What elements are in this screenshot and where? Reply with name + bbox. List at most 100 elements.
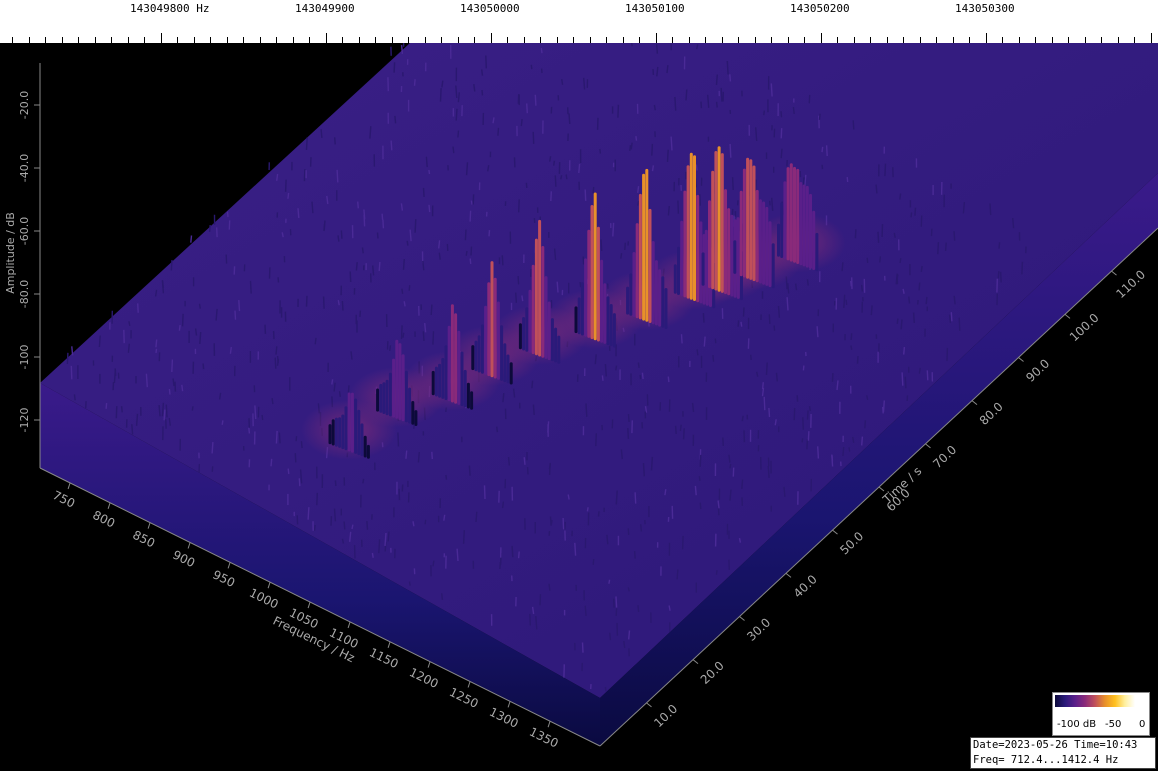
- noise-spike: [549, 156, 552, 162]
- noise-spike: [653, 104, 656, 111]
- noise-spike: [417, 452, 420, 463]
- noise-spike: [695, 164, 698, 171]
- noise-spike: [920, 265, 923, 272]
- noise-spike: [422, 331, 425, 341]
- noise-spike: [347, 385, 350, 393]
- noise-spike: [741, 479, 744, 489]
- noise-spike: [535, 616, 538, 630]
- noise-spike: [469, 210, 472, 222]
- noise-spike: [699, 502, 702, 510]
- y-tick-label: 70.0: [930, 443, 959, 471]
- noise-spike: [729, 74, 732, 82]
- y-tick-mark: [1018, 357, 1024, 362]
- y-tick-label: 10.0: [651, 702, 680, 730]
- noise-spike: [670, 136, 673, 151]
- noise-spike: [431, 451, 433, 460]
- noise-spike: [432, 331, 435, 345]
- noise-spike: [600, 239, 603, 252]
- noise-spike: [674, 96, 677, 111]
- noise-spike: [841, 262, 844, 272]
- noise-spike: [221, 420, 224, 425]
- noise-spike: [893, 232, 896, 238]
- noise-spike: [295, 436, 298, 442]
- noise-spike: [165, 404, 168, 418]
- noise-spike: [334, 480, 337, 487]
- noise-spike: [755, 127, 758, 142]
- noise-spike: [793, 407, 796, 421]
- noise-spike: [774, 419, 777, 426]
- x-tick-label: 850: [130, 528, 157, 551]
- noise-spike: [637, 362, 640, 368]
- noise-spike: [371, 552, 374, 558]
- noise-spike: [666, 149, 669, 162]
- noise-spike: [481, 90, 484, 96]
- noise-spike: [620, 252, 623, 259]
- y-tick-mark: [785, 572, 792, 578]
- noise-spike: [856, 356, 859, 364]
- noise-spike: [485, 55, 487, 69]
- x-tick-label: 1250: [447, 685, 481, 711]
- x-tick-mark: [427, 661, 431, 668]
- noise-spike: [679, 424, 682, 432]
- noise-spike: [397, 432, 400, 447]
- noise-spike: [276, 358, 280, 366]
- noise-spike: [664, 489, 667, 496]
- z-axis-title: Amplitude / dB: [4, 212, 17, 294]
- noise-spike: [145, 373, 148, 388]
- noise-spike: [428, 169, 431, 175]
- noise-spike: [850, 333, 853, 341]
- noise-spike: [470, 246, 473, 256]
- noise-spike: [1012, 217, 1015, 229]
- noise-spike: [457, 92, 460, 103]
- noise-spike: [699, 454, 702, 467]
- noise-spike: [850, 345, 853, 350]
- noise-spike: [666, 65, 669, 74]
- noise-spike: [554, 175, 557, 187]
- noise-spike: [728, 454, 731, 463]
- noise-spike: [989, 203, 992, 216]
- noise-spike: [432, 560, 435, 567]
- noise-spike: [340, 230, 343, 239]
- noise-spike: [313, 524, 316, 531]
- noise-spike: [181, 313, 184, 327]
- noise-spike: [326, 195, 329, 205]
- top-axis-label-6: 143050300: [955, 2, 1015, 15]
- noise-spike: [275, 430, 278, 444]
- noise-spike: [137, 303, 139, 313]
- noise-spike: [842, 447, 845, 457]
- noise-spike: [430, 304, 433, 316]
- noise-spike: [441, 593, 444, 600]
- noise-spike: [637, 186, 640, 193]
- noise-spike: [229, 346, 232, 354]
- noise-spike: [756, 371, 759, 377]
- y-tick-mark: [832, 529, 838, 535]
- noise-spike: [792, 106, 795, 114]
- x-tick-label: 800: [90, 508, 117, 531]
- z-tick-label: -60.0: [18, 217, 31, 245]
- y-tick-label: 50.0: [837, 529, 866, 557]
- noise-spike: [548, 462, 551, 476]
- y-tick-label: 30.0: [744, 615, 773, 643]
- colorbar-label-min: -100 dB: [1057, 719, 1097, 730]
- noise-spike: [507, 456, 510, 466]
- top-axis-label-5: 143050200: [790, 2, 850, 15]
- noise-spike: [852, 120, 855, 130]
- noise-spike: [254, 405, 257, 420]
- noise-spike: [642, 463, 645, 477]
- noise-spike: [349, 271, 352, 283]
- noise-spike: [848, 447, 851, 452]
- noise-spike: [715, 570, 718, 575]
- x-tick-mark: [267, 582, 271, 589]
- noise-spike: [406, 240, 409, 246]
- noise-spike: [741, 415, 744, 422]
- noise-spike: [168, 388, 171, 395]
- noise-spike: [910, 212, 913, 218]
- noise-spike: [226, 211, 229, 218]
- noise-spike: [155, 348, 158, 353]
- noise-spike: [896, 318, 899, 324]
- noise-spike: [615, 490, 618, 505]
- noise-spike: [359, 310, 362, 317]
- x-tick-mark: [227, 562, 231, 569]
- noise-spike: [884, 163, 887, 177]
- x-tick-label: 1150: [367, 645, 401, 671]
